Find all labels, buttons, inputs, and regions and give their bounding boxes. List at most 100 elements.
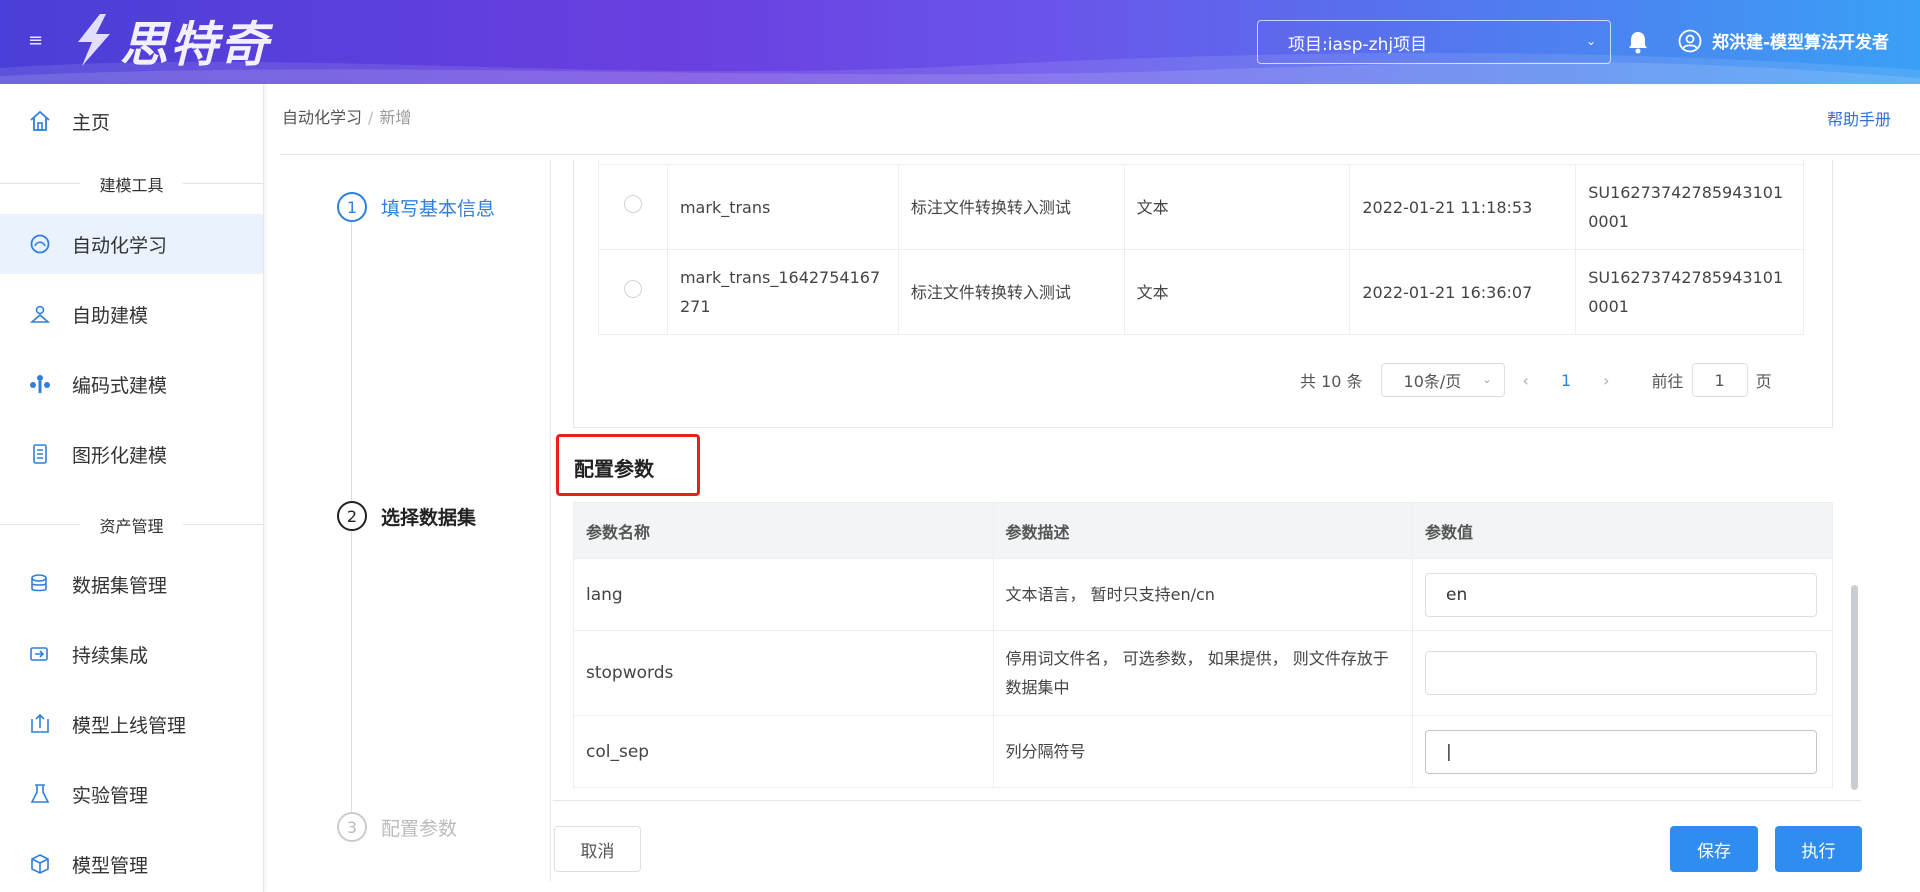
sidebar-item-label: 编码式建模 bbox=[72, 374, 168, 397]
upload-icon bbox=[28, 712, 52, 736]
dataset-table: mark_trans 标注文件转换转入测试 文本 2022-01-21 11:1… bbox=[598, 164, 1804, 335]
param-name: lang bbox=[573, 558, 994, 631]
sidebar-item-label: 主页 bbox=[72, 111, 111, 134]
dataset-id: SU162737427859431010001 bbox=[1575, 249, 1804, 335]
sidebar-item-automl[interactable]: 自动化学习 bbox=[0, 214, 263, 274]
sidebar-group-modeling: 建模工具 bbox=[0, 172, 263, 196]
sidebar-item-code-modeling[interactable]: 编码式建模 bbox=[0, 354, 263, 414]
param-table: 参数名称 参数描述 参数值 lang 文本语言， 暂时只支持en/cn en s… bbox=[573, 502, 1833, 788]
radio-cell[interactable] bbox=[598, 249, 668, 335]
pagination: 共 10 条 10条/页 ⌄ ‹ 1 › 前往 1 页 bbox=[1300, 363, 1772, 397]
sidebar-item-experiment[interactable]: 实验管理 bbox=[0, 764, 263, 824]
page-size-select[interactable]: 10条/页 ⌄ bbox=[1380, 363, 1505, 397]
dataset-time: 2022-01-21 16:36:07 bbox=[1349, 249, 1577, 335]
page-size-value: 10条/页 bbox=[1403, 372, 1462, 391]
param-desc: 文本语言， 暂时只支持en/cn bbox=[992, 558, 1414, 631]
cancel-button[interactable]: 取消 bbox=[554, 826, 641, 872]
param-desc: 列分隔符号 bbox=[992, 715, 1414, 788]
config-section-title-highlight: 配置参数 bbox=[556, 434, 700, 496]
chevron-down-icon: ⌄ bbox=[1585, 34, 1596, 48]
step-label: 配置参数 bbox=[381, 817, 458, 840]
help-manual-link[interactable]: 帮助手册 bbox=[1827, 106, 1891, 130]
page-number-current[interactable]: 1 bbox=[1561, 371, 1571, 390]
database-icon bbox=[28, 572, 52, 596]
sidebar-group-label: 建模工具 bbox=[99, 176, 164, 195]
next-page-icon[interactable]: › bbox=[1603, 371, 1609, 390]
sidebar-item-label: 持续集成 bbox=[72, 644, 149, 667]
menu-toggle-icon[interactable]: ≡ bbox=[28, 32, 50, 50]
row-radio[interactable] bbox=[623, 279, 642, 298]
chevron-down-icon: ⌄ bbox=[1482, 373, 1492, 386]
param-value-input[interactable]: | bbox=[1425, 729, 1817, 774]
sidebar-item-self-modeling[interactable]: 自助建模 bbox=[0, 284, 263, 344]
param-value-input[interactable]: en bbox=[1425, 572, 1817, 617]
row-radio[interactable] bbox=[623, 194, 642, 213]
automl-icon bbox=[28, 232, 52, 256]
table-row: stopwords 停用词文件名， 可选参数， 如果提供， 则文件存放于数据集中 bbox=[573, 630, 1833, 716]
save-button[interactable]: 保存 bbox=[1670, 826, 1758, 872]
param-value-cell: | bbox=[1412, 715, 1833, 788]
dataset-time: 2022-01-21 11:18:53 bbox=[1349, 164, 1577, 250]
scrollbar[interactable] bbox=[1851, 585, 1858, 790]
goto-label: 前往 bbox=[1651, 372, 1684, 391]
sidebar-group-assets: 资产管理 bbox=[0, 513, 263, 537]
step-1[interactable]: 1 填写基本信息 bbox=[337, 192, 495, 222]
sidebar-item-model-management[interactable]: 模型管理 bbox=[0, 834, 263, 892]
breadcrumb-current: 新增 bbox=[379, 108, 412, 127]
breadcrumb: 自动化学习 / 新增 bbox=[282, 104, 411, 128]
sidebar-item-label: 模型管理 bbox=[72, 854, 149, 877]
sidebar: 主页 建模工具 自动化学习 自助建模 编码式建模 图形化建模 资产管理 数据集管… bbox=[0, 84, 264, 892]
logo-icon bbox=[78, 14, 110, 66]
table-row[interactable]: mark_trans_1642754167271 标注文件转换转入测试 文本 2… bbox=[598, 249, 1804, 335]
integration-icon bbox=[28, 642, 52, 666]
sidebar-item-label: 自动化学习 bbox=[72, 234, 168, 257]
table-header-row: 参数名称 参数描述 参数值 bbox=[573, 502, 1833, 559]
dataset-desc: 标注文件转换转入测试 bbox=[897, 249, 1125, 335]
dataset-name: mark_trans_1642754167271 bbox=[666, 249, 899, 335]
sidebar-item-model-deploy[interactable]: 模型上线管理 bbox=[0, 694, 263, 754]
run-button[interactable]: 执行 bbox=[1775, 826, 1862, 872]
pager-total: 共 10 条 bbox=[1300, 372, 1363, 391]
top-bar: ≡ 思特奇 项目:iasp-zhj项目 ⌄ 郑洪建-模型算法开发者 bbox=[0, 0, 1920, 84]
sidebar-item-home[interactable]: 主页 bbox=[0, 91, 263, 151]
column-header: 参数描述 bbox=[992, 502, 1414, 559]
sidebar-group-label: 资产管理 bbox=[99, 517, 164, 536]
sidebar-item-ci[interactable]: 持续集成 bbox=[0, 624, 263, 684]
param-name: stopwords bbox=[573, 630, 994, 716]
sidebar-item-label: 自助建模 bbox=[72, 304, 149, 327]
step-number: 3 bbox=[337, 812, 367, 842]
content-divider bbox=[550, 160, 551, 882]
breadcrumb-separator: / bbox=[368, 108, 374, 127]
user-menu[interactable]: 郑洪建-模型算法开发者 bbox=[1678, 28, 1889, 53]
project-select-value: 项目:iasp-zhj项目 bbox=[1288, 34, 1428, 55]
radio-cell[interactable] bbox=[598, 164, 668, 250]
project-select[interactable]: 项目:iasp-zhj项目 ⌄ bbox=[1257, 20, 1611, 64]
prev-page-icon[interactable]: ‹ bbox=[1523, 371, 1529, 390]
goto-page-input[interactable]: 1 bbox=[1691, 363, 1748, 397]
table-row[interactable]: mark_trans 标注文件转换转入测试 文本 2022-01-21 11:1… bbox=[598, 164, 1804, 250]
sidebar-item-label: 图形化建模 bbox=[72, 444, 168, 467]
sidebar-item-graphic-modeling[interactable]: 图形化建模 bbox=[0, 424, 263, 484]
self-modeling-icon bbox=[28, 302, 52, 326]
step-number: 1 bbox=[337, 192, 367, 222]
code-modeling-icon bbox=[28, 372, 52, 396]
dataset-type: 文本 bbox=[1123, 249, 1351, 335]
sidebar-item-dataset-management[interactable]: 数据集管理 bbox=[0, 554, 263, 614]
step-label: 填写基本信息 bbox=[381, 197, 496, 220]
step-2[interactable]: 2 选择数据集 bbox=[337, 501, 476, 531]
param-value-input[interactable] bbox=[1425, 651, 1817, 695]
column-header: 参数名称 bbox=[573, 502, 994, 559]
dataset-id: SU162737427859431010001 bbox=[1575, 164, 1804, 250]
table-row: lang 文本语言， 暂时只支持en/cn en bbox=[573, 558, 1833, 631]
bell-icon[interactable] bbox=[1627, 30, 1649, 54]
breadcrumb-parent[interactable]: 自动化学习 bbox=[282, 108, 362, 127]
column-header: 参数值 bbox=[1412, 502, 1833, 559]
logo: 思特奇 bbox=[70, 10, 270, 73]
step-number: 2 bbox=[337, 501, 367, 531]
user-name: 郑洪建-模型算法开发者 bbox=[1712, 33, 1890, 53]
param-value-cell bbox=[1412, 630, 1833, 716]
header-divider bbox=[280, 154, 1920, 155]
step-label: 选择数据集 bbox=[381, 506, 477, 529]
step-3[interactable]: 3 配置参数 bbox=[337, 812, 457, 842]
footer-divider bbox=[553, 800, 1861, 801]
